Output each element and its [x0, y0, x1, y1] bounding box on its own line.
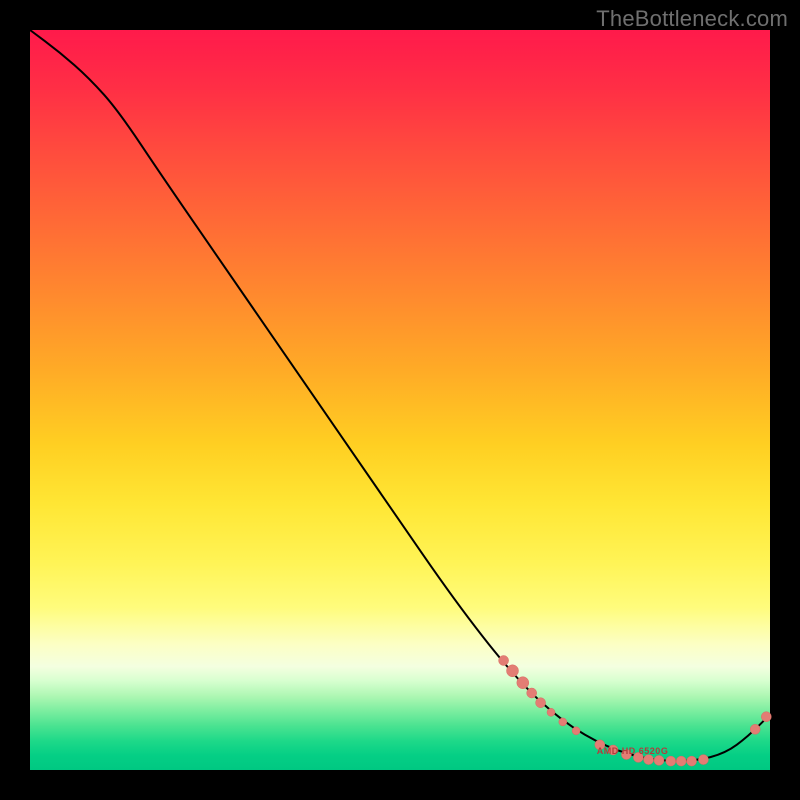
data-marker	[687, 756, 697, 766]
data-marker	[666, 756, 676, 766]
data-marker	[644, 755, 654, 765]
data-marker	[761, 712, 771, 722]
data-marker	[676, 756, 686, 766]
data-marker	[559, 718, 567, 726]
data-marker	[499, 656, 509, 666]
bottleneck-curve	[30, 30, 770, 761]
plot-area: AMD HD 6520G	[30, 30, 770, 770]
chart-frame: TheBottleneck.com AMD HD 6520G	[0, 0, 800, 800]
data-marker	[527, 688, 537, 698]
data-marker	[698, 755, 708, 765]
watermark-text: TheBottleneck.com	[596, 6, 788, 32]
data-marker	[750, 724, 760, 734]
data-marker	[507, 665, 519, 677]
data-marker	[654, 755, 664, 765]
data-marker	[547, 708, 555, 716]
data-marker	[572, 727, 580, 735]
data-marker	[517, 677, 529, 689]
data-marker	[536, 698, 546, 708]
chart-svg	[30, 30, 770, 770]
series-label: AMD HD 6520G	[597, 746, 669, 756]
